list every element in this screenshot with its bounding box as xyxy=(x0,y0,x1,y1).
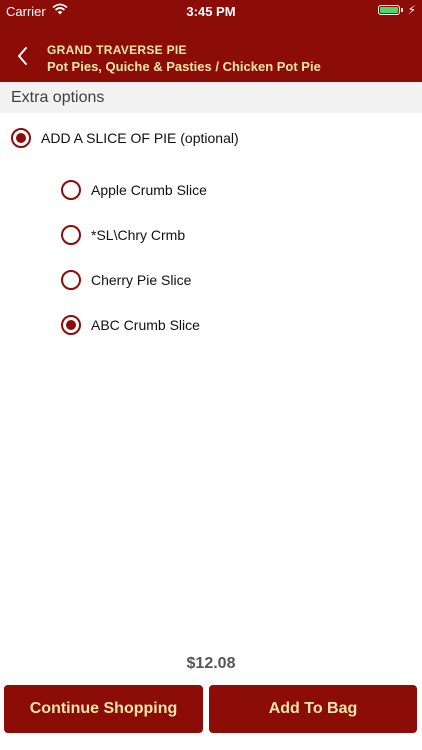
option-label: ADD A SLICE OF PIE (optional) xyxy=(41,130,239,146)
add-to-bag-button[interactable]: Add To Bag xyxy=(209,685,417,733)
breadcrumb: Pot Pies, Quiche & Pasties / Chicken Pot… xyxy=(47,59,321,74)
radio-button[interactable] xyxy=(11,128,31,148)
header-titles: GRAND TRAVERSE PIE Pot Pies, Quiche & Pa… xyxy=(47,43,321,74)
radio-dot xyxy=(16,133,26,143)
restaurant-name: GRAND TRAVERSE PIE xyxy=(47,43,187,57)
radio-button[interactable] xyxy=(61,315,81,335)
group-option-add-slice[interactable]: ADD A SLICE OF PIE (optional) xyxy=(11,128,311,150)
charging-icon: ⚡ xyxy=(407,3,416,17)
radio-dot xyxy=(66,320,76,330)
back-button[interactable] xyxy=(12,44,34,68)
radio-button[interactable] xyxy=(61,270,81,290)
section-header: Extra options xyxy=(0,82,422,113)
price-total: $12.08 xyxy=(186,655,236,672)
option-label: *SL\Chry Crmb xyxy=(91,227,186,243)
status-bar: Carrier 3:45 PM ⚡ xyxy=(0,0,422,22)
app-header: Carrier 3:45 PM ⚡ GRAND TRAVERSE PIE Pot… xyxy=(0,0,422,82)
radio-button[interactable] xyxy=(61,225,81,245)
chevron-left-icon xyxy=(18,47,27,65)
option-abc-crumb-slice[interactable]: ABC Crumb Slice xyxy=(61,315,311,337)
radio-button[interactable] xyxy=(61,180,81,200)
option-sl-chry-crmb[interactable]: *SL\Chry Crmb xyxy=(61,225,311,247)
option-apple-crumb-slice[interactable]: Apple Crumb Slice xyxy=(61,180,311,202)
battery-icon xyxy=(378,5,400,15)
option-label: ABC Crumb Slice xyxy=(91,317,200,333)
option-label: Apple Crumb Slice xyxy=(91,182,207,198)
section-title: Extra options xyxy=(11,89,105,106)
option-label: Cherry Pie Slice xyxy=(91,272,192,288)
battery-tip xyxy=(401,8,403,12)
continue-shopping-button[interactable]: Continue Shopping xyxy=(4,685,203,733)
clock: 3:45 PM xyxy=(186,4,236,19)
option-cherry-pie-slice[interactable]: Cherry Pie Slice xyxy=(61,270,311,292)
